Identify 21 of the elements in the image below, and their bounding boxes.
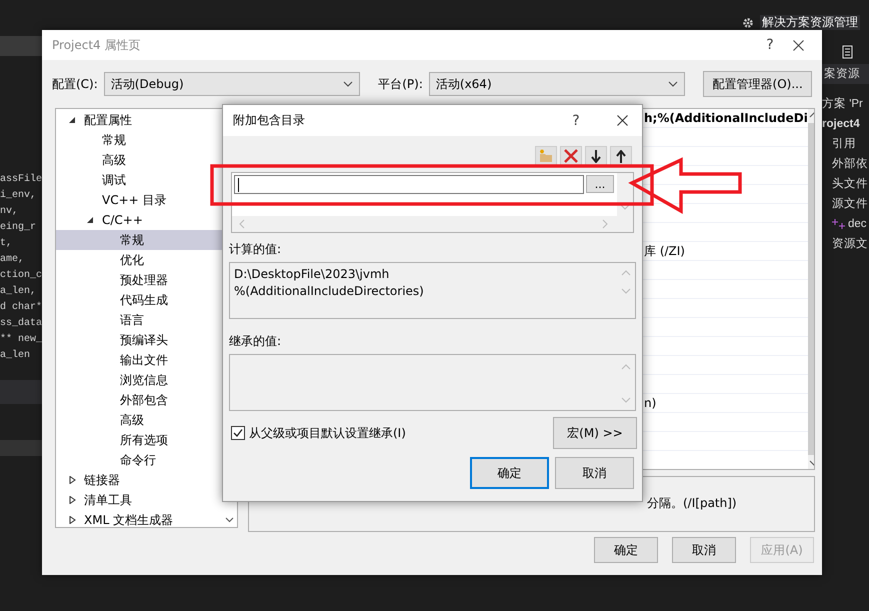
code-line: ame, bbox=[0, 253, 24, 267]
window-title: Project4 属性页 bbox=[52, 36, 142, 54]
code-line: t, bbox=[0, 237, 12, 251]
config-label: 配置(C): bbox=[52, 76, 98, 92]
code-line: ction_c bbox=[0, 268, 42, 283]
platform-label: 平台(P): bbox=[378, 76, 423, 92]
code-line: d char* bbox=[0, 300, 42, 315]
code-line: ** new_ bbox=[0, 332, 42, 347]
code-line: eing_r bbox=[0, 220, 36, 235]
dialog-title: 附加包含目录 bbox=[233, 112, 306, 129]
inherited-label: 继承的值: bbox=[228, 333, 282, 350]
code-line: ss_data bbox=[0, 316, 42, 331]
code-line: assFile bbox=[0, 172, 42, 187]
code-line: a_len, bbox=[0, 284, 36, 299]
code-line: i_env, bbox=[0, 188, 36, 203]
computed-value: D:\DesktopFile\2023\jvmh bbox=[234, 266, 390, 283]
code-line: nv, bbox=[0, 205, 18, 219]
computed-value: %(AdditionalIncludeDirectories) bbox=[234, 283, 424, 300]
code-line: a_len bbox=[0, 348, 30, 363]
panel-header: 案资源 bbox=[822, 64, 869, 84]
checkbox-label: 从父级或项目默认设置继承(I) bbox=[249, 424, 406, 442]
